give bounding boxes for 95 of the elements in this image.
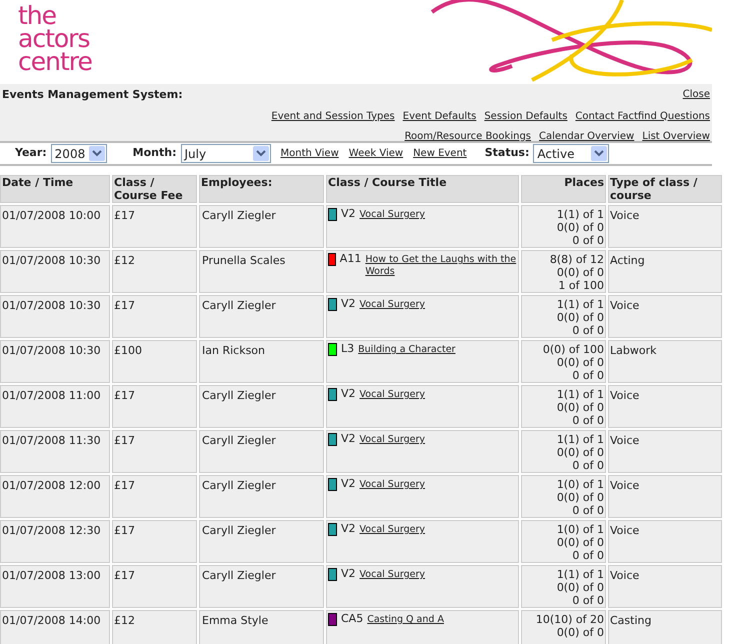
table-cell: 01/07/2008 14:00: [0, 610, 110, 644]
logo-text: the actors centre: [17, 0, 92, 78]
table-cell: Voice: [608, 565, 722, 608]
table-cell: £100: [112, 340, 197, 383]
column-header: Class / Course Title: [326, 175, 519, 203]
places-cell: 10(10) of 20 0(0) of 0: [521, 610, 606, 644]
table-cell: Labwork: [608, 340, 722, 383]
column-header: Class / Course Fee: [112, 175, 197, 203]
table-cell: Caryll Ziegler: [199, 385, 324, 428]
places-cell: 1(1) of 1 0(0) of 0 0 of 0: [521, 565, 606, 608]
table-cell: Voice: [608, 430, 722, 473]
places-cell: 0(0) of 100 0(0) of 0 0 of 0: [521, 340, 606, 383]
course-code: A11: [340, 253, 362, 265]
table-cell: £17: [112, 565, 197, 608]
month-label: Month:: [132, 145, 176, 162]
view-link[interactable]: Week View: [348, 146, 404, 161]
table-cell: £12: [112, 250, 197, 293]
places-cell: 1(1) of 1 0(0) of 0 0 of 0: [521, 430, 606, 473]
nav-link[interactable]: Contact Factfind Questions: [575, 108, 710, 124]
course-code: V2: [341, 208, 356, 220]
course-code: L3: [341, 343, 354, 355]
places-cell: 1(1) of 1 0(0) of 0 0 of 0: [521, 295, 606, 338]
table-cell: £12: [112, 610, 197, 644]
table-cell: 01/07/2008 10:30: [0, 295, 110, 338]
course-link[interactable]: Vocal Surgery: [360, 388, 426, 401]
column-header: Places: [521, 175, 606, 203]
nav-link[interactable]: Event and Session Types: [271, 108, 395, 124]
table-cell: Caryll Ziegler: [199, 295, 324, 338]
table-cell: Voice: [608, 385, 722, 428]
nav-link[interactable]: Room/Resource Bookings: [404, 128, 532, 144]
column-header: Employees:: [199, 175, 324, 203]
course-link[interactable]: Vocal Surgery: [360, 298, 426, 311]
table-cell: £17: [112, 475, 197, 518]
table-cell: £17: [112, 385, 197, 428]
table-cell: £17: [112, 205, 197, 248]
table-cell: Caryll Ziegler: [199, 565, 324, 608]
table-cell: Caryll Ziegler: [199, 430, 324, 473]
table-cell: £17: [112, 295, 197, 338]
nav-link[interactable]: List Overview: [642, 128, 710, 144]
table-cell: 01/07/2008 10:30: [0, 250, 110, 293]
table-cell: Voice: [608, 520, 722, 563]
table-cell: Acting: [608, 250, 722, 293]
course-link[interactable]: Vocal Surgery: [360, 433, 426, 446]
course-link[interactable]: Vocal Surgery: [360, 523, 426, 536]
table-cell: 01/07/2008 11:00: [0, 385, 110, 428]
table-cell: Caryll Ziegler: [199, 205, 324, 248]
month-select[interactable]: July: [180, 144, 270, 163]
system-title: Events Management System:: [2, 87, 183, 103]
table-cell: 01/07/2008 13:00: [0, 565, 110, 608]
course-link[interactable]: How to Get the Laughs with the Words: [365, 253, 517, 278]
table-cell: £17: [112, 430, 197, 473]
course-code: V2: [341, 478, 356, 490]
table-cell: 01/07/2008 10:30: [0, 340, 110, 383]
table-cell: Caryll Ziegler: [199, 520, 324, 563]
course-code: V2: [341, 568, 356, 580]
places-cell: 1(1) of 1 0(0) of 0 0 of 0: [521, 205, 606, 248]
course-code: V2: [341, 523, 356, 535]
table-cell: Voice: [608, 205, 722, 248]
table-cell: 01/07/2008 11:30: [0, 430, 110, 473]
places-cell: 1(1) of 1 0(0) of 0 0 of 0: [521, 385, 606, 428]
year-label: Year:: [15, 145, 47, 162]
column-header: Date / Time: [0, 175, 110, 203]
course-code: CA5: [341, 613, 364, 625]
table-cell: 01/07/2008 10:00: [0, 205, 110, 248]
places-cell: 1(0) of 1 0(0) of 0 0 of 0: [521, 475, 606, 518]
course-link[interactable]: Building a Character: [358, 343, 456, 356]
table-cell: £17: [112, 520, 197, 563]
places-cell: 1(0) of 1 0(0) of 0 0 of 0: [521, 520, 606, 563]
course-link[interactable]: Casting Q and A: [367, 613, 444, 626]
table-cell: 01/07/2008 12:00: [0, 475, 110, 518]
view-link[interactable]: Month View: [280, 146, 339, 161]
course-link[interactable]: Vocal Surgery: [360, 208, 426, 221]
status-label: Status:: [484, 145, 530, 162]
column-header: Type of class / course: [608, 175, 722, 203]
course-code: V2: [341, 388, 356, 400]
course-code: V2: [341, 433, 356, 445]
table-cell: Emma Style: [199, 610, 324, 644]
view-link[interactable]: New Event: [413, 146, 467, 161]
nav-link[interactable]: Calendar Overview: [539, 128, 634, 144]
nav-link[interactable]: Event Defaults: [402, 108, 476, 124]
places-cell: 8(8) of 12 0(0) of 0 1 of 100: [521, 250, 606, 293]
table-cell: Caryll Ziegler: [199, 475, 324, 518]
nav-link[interactable]: Session Defaults: [484, 108, 568, 124]
year-select[interactable]: 2008: [50, 144, 107, 163]
course-link[interactable]: Vocal Surgery: [360, 568, 426, 581]
table-cell: Voice: [608, 295, 722, 338]
table-cell: Prunella Scales: [199, 250, 324, 293]
table-cell: 01/07/2008 12:30: [0, 520, 110, 563]
table-cell: Ian Rickson: [199, 340, 324, 383]
close-link[interactable]: Close: [682, 87, 710, 104]
course-code: V2: [341, 298, 356, 310]
table-cell: Casting: [608, 610, 722, 644]
table-cell: Voice: [608, 475, 722, 518]
course-link[interactable]: Vocal Surgery: [360, 478, 426, 491]
status-select[interactable]: Active: [533, 144, 610, 163]
